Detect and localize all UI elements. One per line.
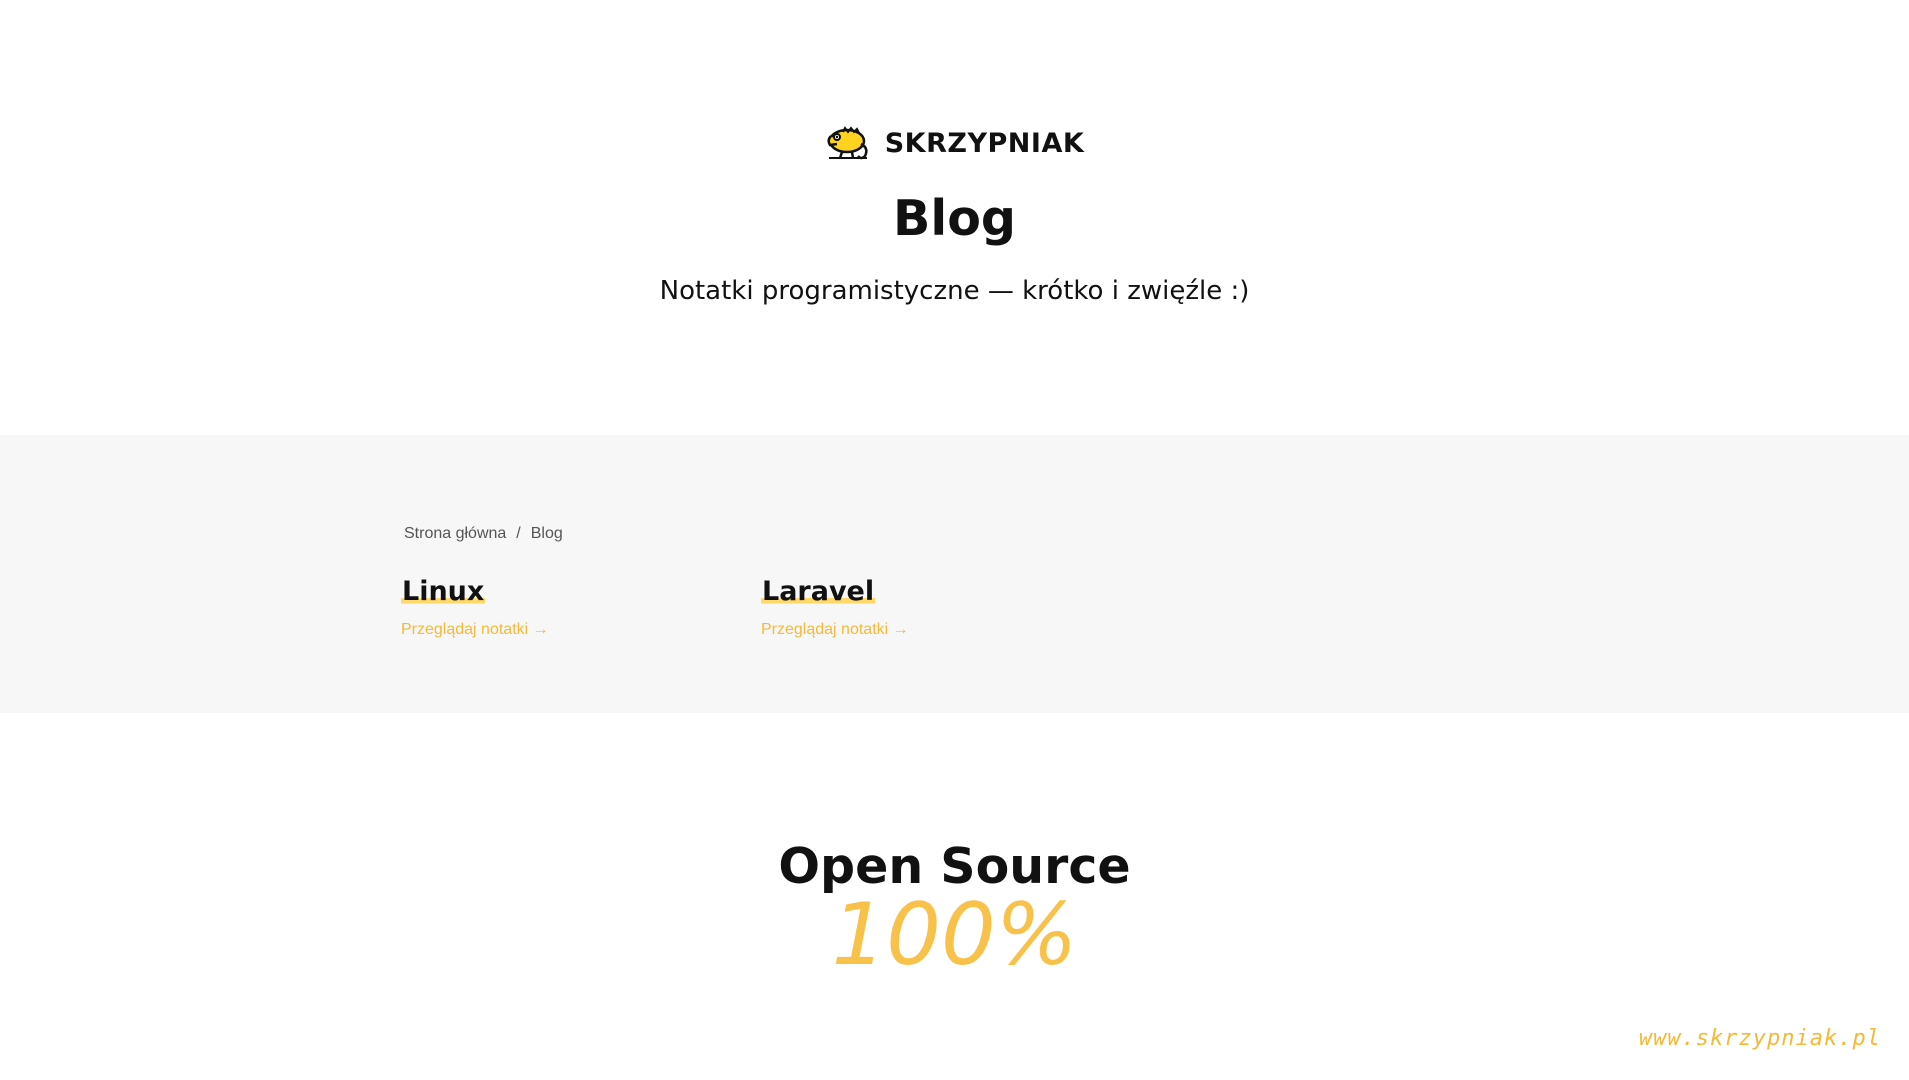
category-card-linux: Linux Przeglądaj notatki → [401,577,761,639]
page-header: SKRZYPNIAK Blog Notatki programistyczne … [0,0,1909,435]
category-title-linux[interactable]: Linux [401,577,486,607]
breadcrumb-home-link[interactable]: Strona główna [404,525,506,543]
brand-link[interactable]: SKRZYPNIAK [0,122,1909,164]
page-subtitle: Notatki programistyczne — krótko i zwięź… [659,276,1250,306]
brand-name: SKRZYPNIAK [884,127,1085,159]
breadcrumb: Strona główna / Blog [404,525,563,543]
browse-notes-link-linux[interactable]: Przeglądaj notatki → [401,621,761,639]
breadcrumb-current: Blog [530,525,563,542]
category-title-laravel[interactable]: Laravel [761,577,876,607]
open-source-value: 100% [831,885,1078,985]
categories-section: Strona główna / Blog Linux Przeglądaj no… [0,435,1909,713]
page: SKRZYPNIAK Blog Notatki programistyczne … [0,0,1909,1080]
page-title: Blog [893,190,1016,247]
site-watermark: www.skrzypniak.pl [1638,1026,1881,1051]
category-card-laravel: Laravel Przeglądaj notatki → [761,577,1121,639]
browse-notes-link-laravel[interactable]: Przeglądaj notatki → [761,621,1121,639]
category-list: Linux Przeglądaj notatki → Laravel Przeg… [401,577,1121,639]
chameleon-icon [827,126,868,160]
breadcrumb-separator: / [516,525,521,542]
